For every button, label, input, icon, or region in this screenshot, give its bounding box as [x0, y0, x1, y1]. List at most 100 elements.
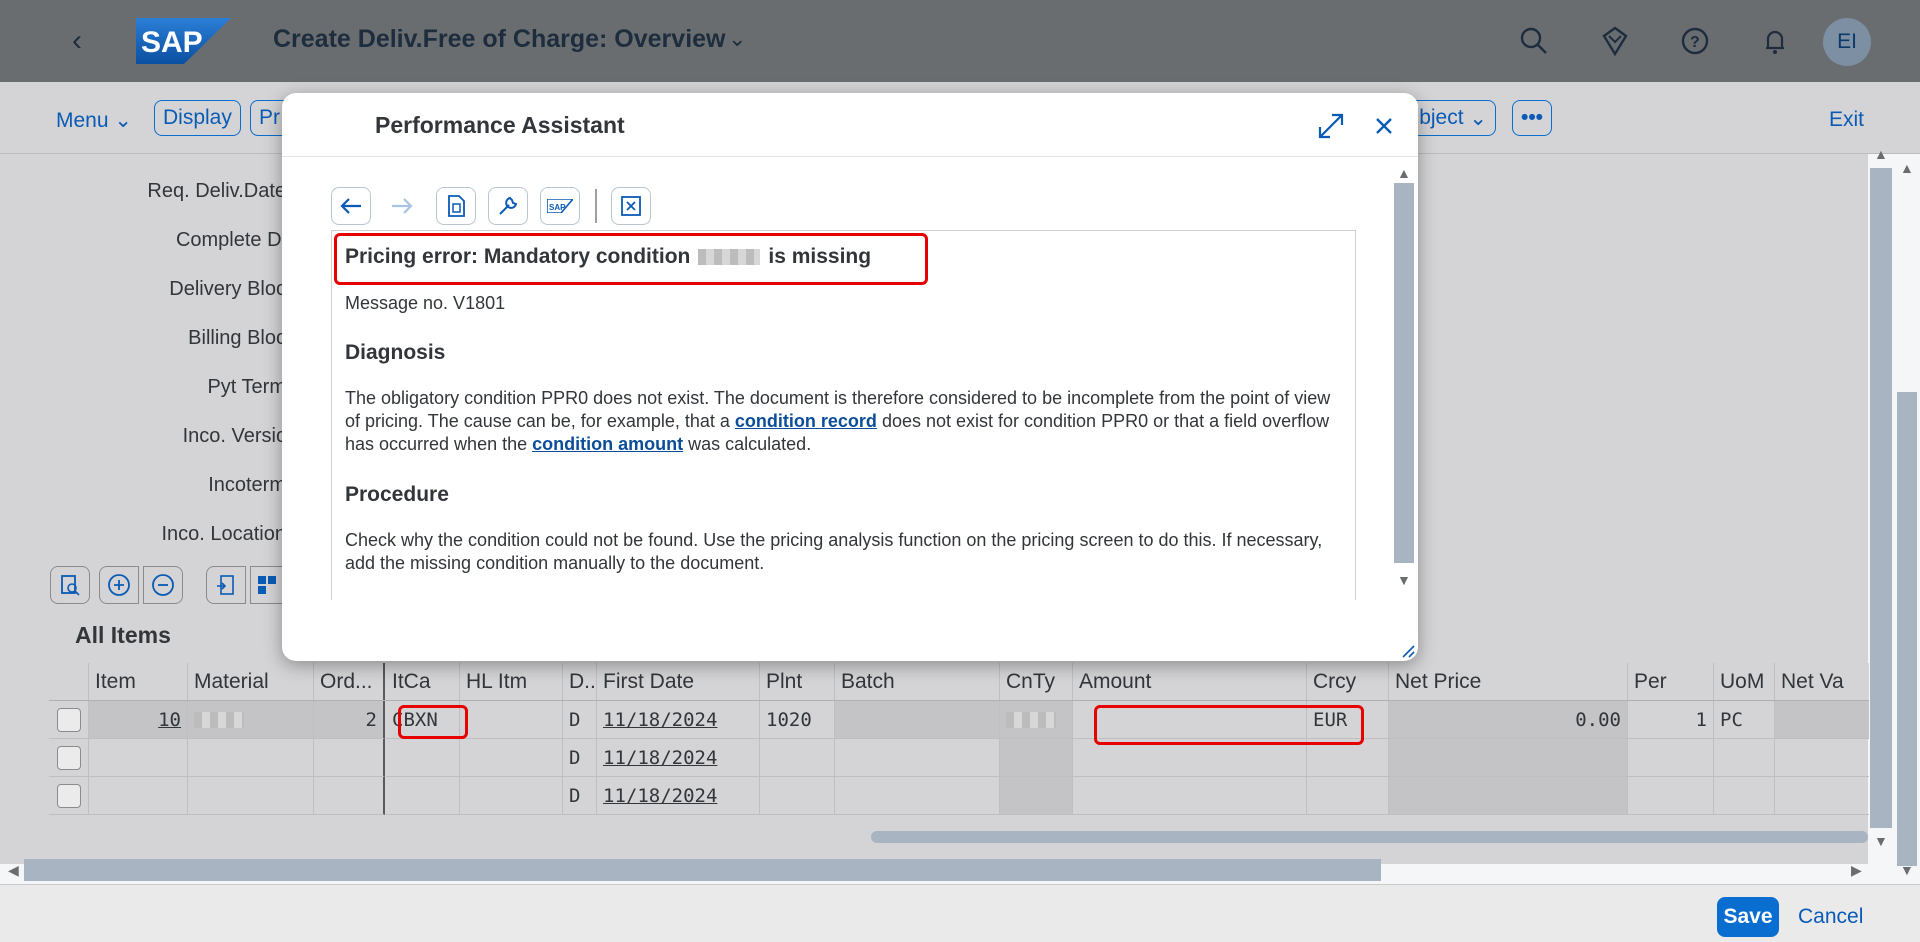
- cell-net-value[interactable]: [1775, 701, 1869, 739]
- column-header-net-price[interactable]: Net Price: [1389, 663, 1628, 700]
- column-header-plnt[interactable]: Plnt: [760, 663, 835, 700]
- scroll-up-icon[interactable]: ▲: [1874, 146, 1888, 162]
- page-vertical-scrollbar[interactable]: [1897, 392, 1917, 866]
- display-button[interactable]: Display: [154, 100, 241, 136]
- column-header-crcy[interactable]: Crcy: [1307, 663, 1389, 700]
- cell-hl-itm[interactable]: [460, 777, 563, 815]
- table-row[interactable]: D 11/18/2024: [49, 739, 1869, 777]
- cell-net-price[interactable]: [1389, 739, 1628, 777]
- column-header-cnty[interactable]: CnTy: [1000, 663, 1073, 700]
- more-overflow-icon[interactable]: •••: [1512, 100, 1552, 136]
- item-details-icon[interactable]: [50, 566, 90, 604]
- cell-plnt[interactable]: 1020: [760, 701, 835, 739]
- cell-cnty[interactable]: [1000, 777, 1073, 815]
- cell-ord[interactable]: [314, 777, 385, 815]
- column-header-uom[interactable]: UoM: [1714, 663, 1775, 700]
- menu-button[interactable]: Menu ⌄: [56, 108, 132, 133]
- save-button[interactable]: Save: [1717, 897, 1779, 937]
- block-select-icon[interactable]: [250, 566, 284, 604]
- cell-batch[interactable]: [835, 777, 1000, 815]
- table-horizontal-scrollbar[interactable]: [871, 831, 1868, 843]
- title-chevron-down-icon[interactable]: ⌄: [728, 26, 746, 52]
- column-header-net-value[interactable]: Net Va: [1775, 663, 1869, 700]
- cell-per[interactable]: [1628, 777, 1714, 815]
- cell-uom[interactable]: [1714, 777, 1775, 815]
- scroll-up-icon[interactable]: ▲: [1397, 165, 1411, 181]
- column-header-material[interactable]: Material: [188, 663, 314, 700]
- table-row[interactable]: D 11/18/2024: [49, 777, 1869, 815]
- column-header-per[interactable]: Per: [1628, 663, 1714, 700]
- cell-cnty[interactable]: [1000, 739, 1073, 777]
- cell-uom[interactable]: [1714, 739, 1775, 777]
- delete-row-icon[interactable]: [143, 566, 183, 604]
- column-header-itca[interactable]: ItCa: [386, 663, 460, 700]
- back-icon[interactable]: ‹: [72, 26, 96, 56]
- table-row[interactable]: 10 2 CBXN D 11/18/2024 1020 EUR 0.00 1 P…: [49, 701, 1869, 739]
- scroll-down-icon[interactable]: ▼: [1900, 862, 1914, 878]
- cell-amount-input[interactable]: [1073, 777, 1307, 815]
- cell-plnt[interactable]: [760, 777, 835, 815]
- technical-info-icon[interactable]: [436, 187, 476, 225]
- row-checkbox[interactable]: [56, 745, 81, 770]
- cell-d[interactable]: D: [563, 739, 597, 777]
- resize-handle-icon[interactable]: [1399, 642, 1415, 658]
- column-header-amount[interactable]: Amount: [1073, 663, 1307, 700]
- column-header-first-date[interactable]: First Date: [597, 663, 760, 700]
- row-select[interactable]: [49, 739, 89, 777]
- forward-arrow-icon[interactable]: [382, 187, 422, 225]
- cell-item[interactable]: 10: [89, 701, 188, 739]
- cell-first-date[interactable]: 11/18/2024: [597, 777, 760, 815]
- cell-net-value[interactable]: [1775, 739, 1869, 777]
- exit-button[interactable]: Exit: [1829, 108, 1864, 132]
- scroll-right-icon[interactable]: ▶: [1851, 862, 1862, 879]
- cell-hl-itm[interactable]: [460, 701, 563, 739]
- help-icon[interactable]: ?: [1678, 24, 1712, 58]
- cell-per[interactable]: [1628, 739, 1714, 777]
- cell-net-value[interactable]: [1775, 777, 1869, 815]
- column-header-hl-itm[interactable]: HL Itm: [460, 663, 563, 700]
- joule-icon[interactable]: [1598, 24, 1632, 58]
- row-checkbox[interactable]: [56, 783, 81, 808]
- condition-record-link[interactable]: condition record: [735, 411, 877, 431]
- row-select[interactable]: [49, 701, 89, 739]
- add-row-icon[interactable]: [99, 566, 139, 604]
- table-vertical-scrollbar[interactable]: [1870, 168, 1892, 828]
- cell-per[interactable]: 1: [1628, 701, 1714, 739]
- cell-plnt[interactable]: [760, 739, 835, 777]
- cell-batch[interactable]: [835, 701, 1000, 739]
- select-items-icon[interactable]: [206, 566, 246, 604]
- cell-material[interactable]: [188, 739, 314, 777]
- scroll-left-icon[interactable]: ◀: [8, 862, 19, 879]
- scroll-down-icon[interactable]: ▼: [1397, 572, 1411, 588]
- cell-ord[interactable]: 2: [314, 701, 385, 739]
- cancel-button[interactable]: Cancel: [1798, 905, 1863, 929]
- cell-uom[interactable]: PC: [1714, 701, 1775, 739]
- column-header-item[interactable]: Item: [89, 663, 188, 700]
- cell-material[interactable]: [188, 701, 314, 739]
- close-icon[interactable]: [1369, 111, 1399, 141]
- cell-item[interactable]: [89, 739, 188, 777]
- cell-crcy[interactable]: [1307, 777, 1389, 815]
- select-all-column[interactable]: [49, 663, 89, 700]
- cell-first-date[interactable]: 11/18/2024: [597, 739, 760, 777]
- wrench-icon[interactable]: [488, 187, 528, 225]
- cell-cnty[interactable]: [1000, 701, 1073, 739]
- column-header-batch[interactable]: Batch: [835, 663, 1000, 700]
- scroll-up-icon[interactable]: ▲: [1900, 160, 1914, 176]
- column-header-ord[interactable]: Ord...: [314, 663, 385, 700]
- cell-net-price[interactable]: [1389, 777, 1628, 815]
- scroll-down-icon[interactable]: ▼: [1874, 833, 1888, 849]
- cell-item[interactable]: [89, 777, 188, 815]
- cell-batch[interactable]: [835, 739, 1000, 777]
- row-select[interactable]: [49, 777, 89, 815]
- cell-itca[interactable]: [386, 739, 460, 777]
- condition-amount-link[interactable]: condition amount: [532, 434, 683, 454]
- page-title[interactable]: Create Deliv.Free of Charge: Overview: [273, 25, 726, 54]
- cell-d[interactable]: D: [563, 701, 597, 739]
- cell-first-date[interactable]: 11/18/2024: [597, 701, 760, 739]
- cell-itca[interactable]: [386, 777, 460, 815]
- close-window-icon[interactable]: [611, 187, 651, 225]
- sap-help-icon[interactable]: SAP: [540, 187, 580, 225]
- maximize-icon[interactable]: [1316, 111, 1346, 141]
- avatar[interactable]: EI: [1823, 18, 1871, 66]
